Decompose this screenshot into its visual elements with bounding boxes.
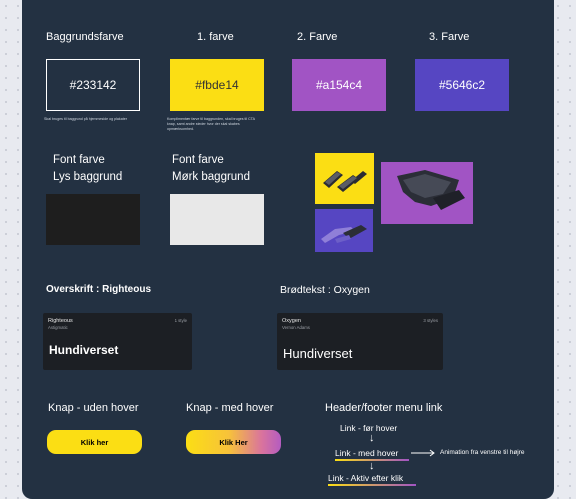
style-guide-board: Baggrundsfarve 1. farve 2. Farve 3. Farv… (22, 0, 554, 499)
swatch-background-code: #233142 (69, 78, 117, 92)
header-third-color: 3. Farve (429, 31, 470, 43)
heading-font-card: Righteous Astigmatic 1 style Hundiverset (43, 313, 192, 370)
cta-button-hover-text: Klik Her (219, 437, 248, 447)
arrow-right-icon (411, 449, 435, 457)
font-swatch-light (170, 194, 264, 245)
heading-font-label: Overskrift : Righteous (46, 284, 152, 295)
heading-font-styles: 1 style (174, 318, 187, 323)
cta-button-default[interactable]: Klik her (47, 430, 142, 454)
heading-font-designer: Astigmatic (48, 325, 68, 330)
active-underline (328, 484, 416, 486)
cta-button-hover[interactable]: Klik Her (186, 430, 281, 454)
button-hover-label: Knap - med hover (186, 402, 274, 414)
menu-link-active[interactable]: Link - Aktiv efter klik (328, 473, 403, 483)
font-color-light-subtitle: Lys baggrund (53, 171, 123, 183)
swatch-magenta-code: #a154c4 (315, 78, 363, 92)
arrow-down-icon: ↓ (369, 432, 375, 444)
font-color-light-title: Font farve (53, 154, 105, 166)
menu-link-with-hover[interactable]: Link - med hover (335, 448, 398, 458)
heading-font-sample: Hundiverset (49, 343, 119, 357)
swatch-violet: #5646c2 (415, 59, 509, 111)
header-first-color: 1. farve (197, 31, 234, 43)
arrow-down-icon: ↓ (369, 460, 375, 472)
note-primary: Komplimentær farve til baggrunden, skal … (167, 117, 255, 131)
font-color-dark-title: Font farve (172, 154, 224, 166)
heading-font-name: Righteous (48, 318, 73, 324)
swatch-violet-code: #5646c2 (438, 78, 486, 92)
menu-link-title: Header/footer menu link (325, 402, 443, 414)
button-no-hover-label: Knap - uden hover (48, 402, 139, 414)
note-background: Skal bruges til baggrund på hjemmeside o… (44, 117, 127, 121)
cta-button-default-text: Klik her (80, 437, 109, 447)
body-font-styles: 3 styles (423, 318, 438, 323)
product-image-yellow (315, 153, 374, 204)
jacket-icon (397, 170, 465, 210)
body-font-card: Oxygen Vernon Adams 3 styles Hundiverset (277, 313, 443, 370)
body-font-sample: Hundiverset (283, 346, 353, 361)
font-swatch-dark (46, 194, 140, 245)
swatch-yellow: #fbde14 (170, 59, 264, 111)
pouch-icon (323, 171, 367, 192)
leash-icon (321, 225, 367, 243)
font-color-dark-subtitle: Mørk baggrund (172, 171, 250, 183)
swatch-yellow-code: #fbde14 (195, 78, 239, 92)
product-image-violet (315, 209, 373, 252)
swatch-background: #233142 (46, 59, 140, 111)
product-image-magenta (381, 162, 473, 224)
animation-note: Animation fra venstre til højre (440, 449, 525, 456)
header-background-color: Baggrundsfarve (46, 31, 124, 43)
body-font-name: Oxygen (282, 318, 301, 324)
body-font-designer: Vernon Adams (282, 325, 310, 330)
swatch-magenta: #a154c4 (292, 59, 386, 111)
header-second-color: 2. Farve (297, 31, 338, 43)
body-font-label: Brødtekst : Oxygen (280, 284, 370, 296)
